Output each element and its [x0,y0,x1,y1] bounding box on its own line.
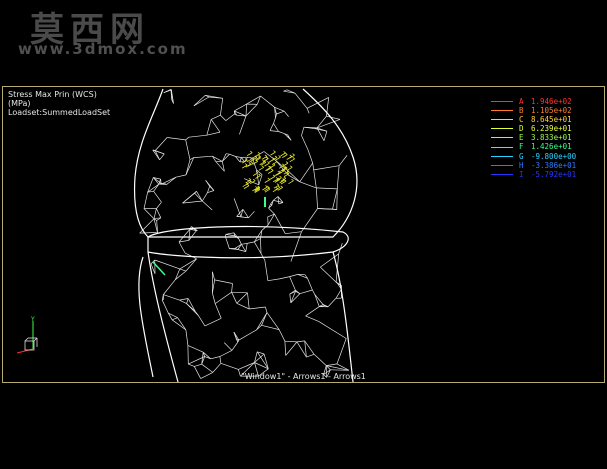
legend-letter: D [519,124,524,134]
watermark-url: www.3dmox.com [18,40,188,58]
legend-value: -5.792e+01 [531,169,577,179]
legend-color-swatch [491,110,513,112]
legend-value: -3.386e+01 [531,160,577,170]
legend-row: C 8.645e+01 [491,115,576,124]
legend-letter: H [519,160,524,170]
legend-row: B 1.105e+02 [491,106,576,115]
legend-value: 1.426e+01 [531,142,572,152]
legend-value: 1.105e+02 [531,106,572,116]
legend-color-swatch [491,137,513,139]
legend-row: D 6.239e+01 [491,124,576,133]
legend-color-swatch [491,119,513,121]
legend-letter: A [519,97,524,106]
legend-color-swatch [491,155,513,157]
result-info: Stress Max Prin (WCS) (MPa) Loadset:Summ… [8,90,110,117]
legend-letter: F [519,142,524,152]
result-units-label: (MPa) [8,99,31,108]
svg-text:Y: Y [30,316,35,323]
loadset-label: Loadset:SummedLoadSet [8,108,111,117]
result-type-label: Stress Max Prin (WCS) [8,90,97,99]
legend-row: I -5.792e+01 [491,170,576,179]
legend-value: 1.946e+02 [531,97,572,106]
legend-letter: G [519,151,524,161]
legend-row: H -3.386e+01 [491,161,576,170]
legend-color-swatch [491,164,513,166]
coordinate-triad-icon: Y [16,316,38,354]
legend-color-swatch [491,128,513,130]
legend-row: A 1.946e+02 [491,97,576,106]
legend-row: G -9.800e+00 [491,152,576,161]
legend-letter: E [519,133,524,143]
legend-color-swatch [491,173,513,175]
legend-letter: I [519,169,524,179]
legend-color-swatch [491,101,513,103]
legend-value: 6.239e+01 [531,124,572,134]
stress-legend: A 1.946e+02 B 1.105e+02 C 8.645e+01 D 6.239e+01… [491,97,576,179]
legend-value: -9.800e+00 [531,151,577,161]
legend-letter: C [519,115,524,125]
window-status-text: "Window1" - Arrows1 - Arrows1 [241,372,366,381]
legend-row: F 1.426e+01 [491,142,576,151]
graphics-viewport[interactable]: Stress Max Prin (WCS) (MPa) Loadset:Summ… [2,86,605,383]
legend-letter: B [519,106,524,116]
legend-value: 3.833e+01 [531,133,572,143]
legend-row: E 3.833e+01 [491,133,576,142]
legend-color-swatch [491,146,513,148]
legend-value: 8.645e+01 [531,115,572,125]
